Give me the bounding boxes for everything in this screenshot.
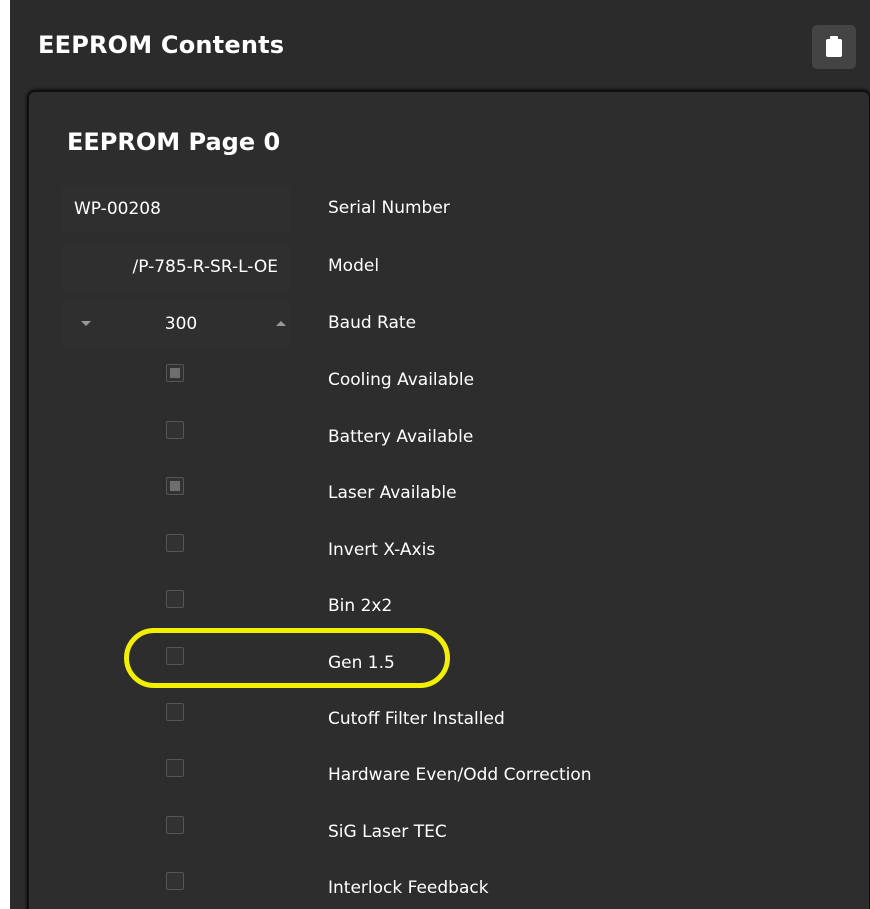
interlock-feedback-checkbox[interactable]	[166, 872, 184, 890]
invert-x-axis-checkbox[interactable]	[166, 534, 184, 552]
annotation-highlight-ellipse	[124, 628, 450, 688]
serial-number-label: Serial Number	[328, 198, 450, 218]
hardware-even-odd-correction-checkbox[interactable]	[166, 759, 184, 777]
cooling-available-label: Cooling Available	[328, 370, 475, 390]
interlock-feedback-label: Interlock Feedback	[328, 878, 489, 898]
bin-2x2-checkbox[interactable]	[166, 590, 184, 608]
cutoff-filter-installed-checkbox[interactable]	[166, 703, 184, 721]
model-label: Model	[328, 256, 380, 276]
clipboard-icon	[826, 36, 842, 57]
sig-laser-tec-label: SiG Laser TEC	[328, 822, 447, 842]
serial-number-input[interactable]: WP-00208	[62, 186, 290, 232]
baud-rate-value: 300	[164, 314, 198, 334]
model-input[interactable]: /P-785-R-SR-L-OE	[62, 244, 290, 290]
increment-arrow-icon[interactable]	[276, 321, 286, 326]
serial-number-value: WP-00208	[74, 199, 161, 219]
laser-available-label: Laser Available	[328, 483, 457, 503]
invert-x-axis-label: Invert X-Axis	[328, 540, 436, 560]
hardware-even-odd-correction-label: Hardware Even/Odd Correction	[328, 765, 592, 785]
page-title: EEPROM Page 0	[67, 128, 281, 156]
sig-laser-tec-checkbox[interactable]	[166, 816, 184, 834]
panel-title: EEPROM Contents	[38, 31, 285, 59]
copy-to-clipboard-button[interactable]	[812, 25, 856, 69]
laser-available-checkbox[interactable]	[166, 477, 184, 495]
battery-available-checkbox[interactable]	[166, 421, 184, 439]
checkbox-mark-icon	[170, 368, 180, 378]
bin-2x2-label: Bin 2x2	[328, 596, 393, 616]
checkbox-mark-icon	[170, 481, 180, 491]
baud-rate-label: Baud Rate	[328, 313, 417, 333]
battery-available-label: Battery Available	[328, 427, 474, 447]
cooling-available-checkbox[interactable]	[166, 364, 184, 382]
cutoff-filter-installed-label: Cutoff Filter Installed	[328, 709, 505, 729]
eeprom-contents-panel: EEPROM Contents EEPROM Page 0 WP-00208 S…	[10, 0, 870, 909]
baud-rate-spinbox[interactable]: 300	[62, 301, 290, 347]
model-value: /P-785-R-SR-L-OE	[132, 257, 278, 277]
